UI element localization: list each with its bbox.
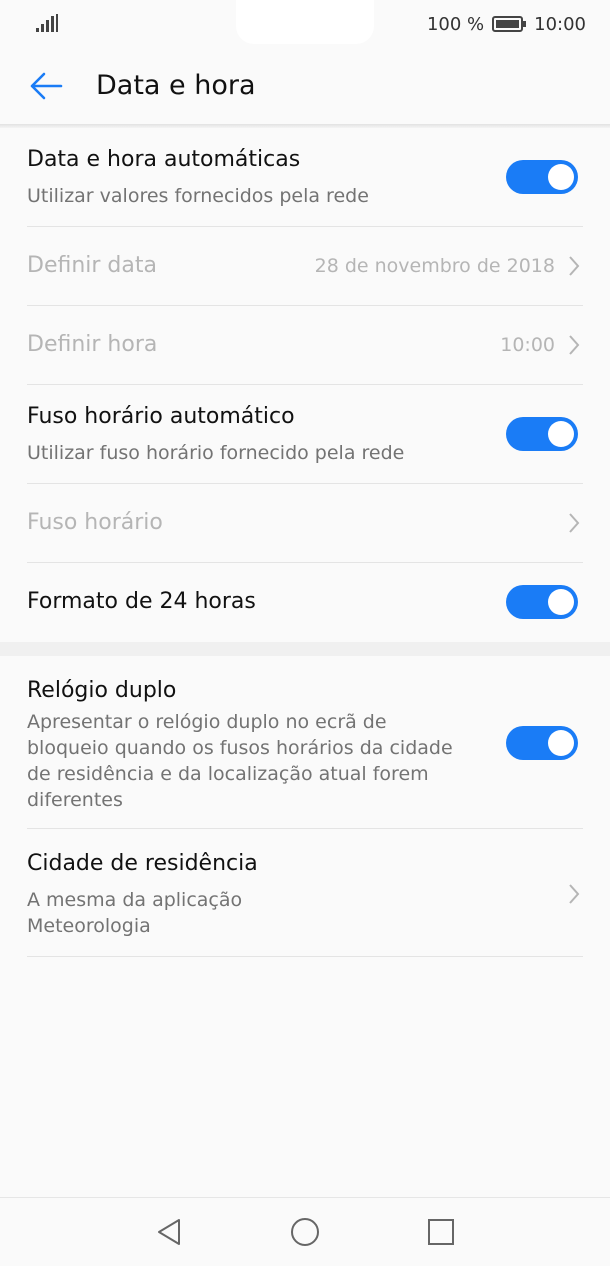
timezone-title: Fuso horário (27, 510, 163, 535)
app-bar: Data e hora (0, 48, 610, 124)
home-city-subtitle: A mesma da aplicação Meteorologia (27, 887, 242, 939)
set-time-value: 10:00 (500, 334, 555, 356)
dual-clock-title: Relógio duplo (27, 678, 177, 703)
set-date-row[interactable]: Definir data 28 de novembro de 2018 (27, 227, 583, 306)
set-date-title: Definir data (27, 253, 157, 278)
dual-clock-subtitle-line: bloqueio quando os fusos horários da cid… (27, 737, 453, 759)
arrow-left-icon (30, 72, 63, 100)
camera-notch (236, 0, 374, 44)
settings-list: Data e hora automáticas Utilizar valores… (0, 128, 610, 957)
battery-icon (492, 16, 527, 32)
home-city-subtitle-line: Meteorologia (27, 915, 151, 937)
section-divider (0, 642, 610, 656)
auto-datetime-row[interactable]: Data e hora automáticas Utilizar valores… (27, 128, 583, 227)
status-time: 10:00 (534, 13, 586, 35)
back-button[interactable] (24, 64, 68, 108)
chevron-right-icon (569, 513, 580, 533)
battery-percent: 100 % (426, 13, 485, 35)
chevron-right-icon (569, 884, 580, 904)
auto-datetime-title: Data e hora automáticas (27, 147, 301, 172)
recents-square-icon[interactable] (425, 1216, 457, 1248)
system-nav-bar (0, 1197, 610, 1266)
dual-clock-toggle[interactable] (506, 726, 578, 760)
format-24h-toggle[interactable] (506, 585, 578, 619)
page-title: Data e hora (96, 70, 256, 101)
status-right: 100 % 10:00 (427, 12, 586, 36)
dual-clock-subtitle-line: diferentes (27, 789, 123, 811)
status-bar: 100 % 10:00 (0, 0, 610, 48)
set-date-value: 28 de novembro de 2018 (314, 255, 555, 277)
dual-clock-subtitle-line: Apresentar o relógio duplo no ecrã de (27, 711, 387, 733)
home-circle-icon[interactable] (289, 1216, 321, 1248)
dual-clock-subtitle: Apresentar o relógio duplo no ecrã de bl… (27, 709, 487, 813)
dual-clock-row[interactable]: Relógio duplo Apresentar o relógio duplo… (27, 656, 583, 829)
auto-datetime-subtitle: Utilizar valores fornecidos pela rede (27, 185, 369, 207)
auto-datetime-toggle[interactable] (506, 160, 578, 194)
chevron-right-icon (569, 256, 580, 276)
home-city-title: Cidade de residência (27, 851, 258, 876)
chevron-right-icon (569, 335, 580, 355)
auto-timezone-subtitle: Utilizar fuso horário fornecido pela red… (27, 442, 405, 464)
set-time-title: Definir hora (27, 332, 158, 357)
signal-icon (36, 14, 58, 32)
auto-timezone-toggle[interactable] (506, 417, 578, 451)
back-triangle-icon[interactable] (153, 1216, 185, 1248)
auto-timezone-title: Fuso horário automático (27, 404, 295, 429)
format-24h-title: Formato de 24 horas (27, 589, 256, 614)
home-city-row[interactable]: Cidade de residência A mesma da aplicaçã… (27, 829, 583, 957)
home-city-subtitle-line: A mesma da aplicação (27, 889, 243, 911)
format-24h-row[interactable]: Formato de 24 horas (27, 563, 583, 642)
dual-clock-subtitle-line: de residência e da localização atual for… (27, 763, 429, 785)
auto-timezone-row[interactable]: Fuso horário automático Utilizar fuso ho… (27, 385, 583, 484)
set-time-row[interactable]: Definir hora 10:00 (27, 306, 583, 385)
timezone-row[interactable]: Fuso horário (27, 484, 583, 563)
